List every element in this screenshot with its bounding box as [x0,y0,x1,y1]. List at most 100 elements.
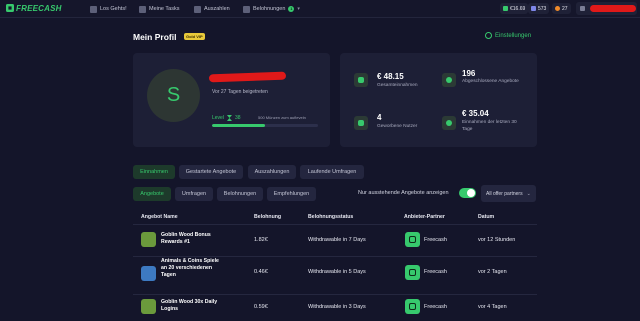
offer-name: Animals & Coins Spiele an 20 verschieden… [161,258,219,279]
partner-select[interactable]: All offer partners ⌄ [481,185,536,202]
column-header-date: Datum [478,214,495,220]
table-row[interactable]: Goblin Wood Bonus Rewards #1 1.82€ Withd… [133,226,537,256]
user-menu[interactable] [576,2,637,15]
clock-icon [442,116,456,130]
pending-only-toggle[interactable] [459,188,476,198]
table-divider [133,294,537,295]
settings-label: Einstellungen [495,32,532,39]
chevron-down-icon: ▾ [297,6,300,12]
coins-icon [531,6,536,11]
cashout-icon [194,5,201,13]
table-row[interactable]: Animals & Coins Spiele an 20 verschieden… [133,257,537,293]
freecash-partner-icon [405,232,420,247]
brand-name: FREECASH [16,4,62,13]
offer-partner: Freecash [424,237,447,243]
tab-empfehlungen[interactable]: Empfehlungen [267,187,316,201]
nav-item-auszahlen[interactable]: Auszahlen [194,0,230,18]
cash-icon [503,6,508,11]
nav-label: Meine Tasks [149,6,180,12]
column-header-partner: Anbieter-Partner [404,214,445,220]
top-bar: FREECASH Los Gehts! Meine Tasks Auszahle… [0,0,640,18]
nav-item-belohnungen[interactable]: Belohnungen 1 ▾ [243,0,300,18]
goblin-wood-game-icon [141,232,156,247]
cash-balance-chip[interactable]: €16.69 [500,3,529,14]
users-icon [354,116,368,130]
tab-laufende-umfragen[interactable]: Laufende Umfragen [300,165,364,179]
tab-auszahlungen[interactable]: Auszahlungen [248,165,296,179]
offer-date: vor 4 Tagen [478,304,507,310]
joined-text: Vor 27 Tagen beigetreten [212,89,268,95]
gear-icon [485,32,492,39]
user-icon [580,6,585,11]
stat-value-completed-offers: 196 [462,69,476,78]
settings-link[interactable]: Einstellungen [485,32,531,39]
avatar-letter: S [166,84,181,106]
redacted-username [590,5,636,12]
column-header-offer: Angebot Name [141,214,178,220]
offer-name: Goblin Wood Bonus Rewards #1 [161,232,211,246]
tasks-icon [139,5,146,13]
stat-label-total-earnings: Gesamteinnahmen [377,83,418,88]
nav-label: Los Gehts! [100,6,127,12]
freecash-partner-icon [405,299,420,314]
offer-reward: 0.46€ [254,269,268,275]
goblin-wood-game-icon [141,299,156,314]
offer-partner: Freecash [424,304,447,310]
coins-balance-chip[interactable]: 573 [528,3,550,14]
vip-badge: Gold VIP [184,33,205,40]
stat-value-last-30-days: € 35.04 [462,109,489,118]
table-row[interactable]: Goblin Wood 30x Daily Logins 0.59€ Withd… [133,296,537,321]
freecash-logo-icon [6,4,14,12]
tab-angebote[interactable]: Angebote [133,187,171,201]
tab-einnahmen[interactable]: Einnahmen [133,165,175,179]
level-indicator: Level 38 [212,115,241,121]
stat-label-completed-offers: Abgeschlossene Angebote [462,79,519,84]
column-header-reward: Belohnung [254,214,282,220]
pending-toggle-label: Nur ausstehende Angebote anzeigen [358,190,449,196]
animals-coins-game-icon [141,266,156,281]
partner-select-value: All offer partners [486,190,523,197]
nav-item-meine-tasks[interactable]: Meine Tasks [139,0,179,18]
cash-balance: €16.69 [510,5,526,12]
check-icon [442,73,456,87]
column-header-status: Belohnungsstatus [308,214,354,220]
stat-label-last-30-days: Einnahmen der letzten 30 Tage [462,120,517,132]
offer-name: Goblin Wood 30x Daily Logins [161,299,218,313]
nav-label: Auszahlen [204,6,230,12]
notification-badge: 1 [288,6,295,12]
nav-item-los-gehts[interactable]: Los Gehts! [90,0,127,18]
chevron-down-icon: ⌄ [526,190,531,197]
offer-reward: 0.59€ [254,304,268,310]
tab-belohnungen[interactable]: Belohnungen [217,187,263,201]
offer-status: Withdrawable in 7 Days [308,237,366,243]
offer-date: vor 2 Tagen [478,269,507,275]
offer-partner: Freecash [424,269,447,275]
coins-icon [354,73,368,87]
offer-status: Withdrawable in 3 Days [308,304,366,310]
next-level-text: 500 Münzen zum aufleveln [258,115,306,120]
freecash-logo[interactable]: FREECASH [6,4,62,13]
stat-value-referred-users: 4 [377,113,382,122]
freecash-partner-icon [405,265,420,280]
stat-label-referred-users: Geworbene Nutzer [377,124,418,129]
tab-umfragen[interactable]: Umfragen [175,187,213,201]
table-divider [133,224,537,225]
flame-icon [555,6,560,11]
coins-balance: 573 [538,5,547,12]
toggle-knob [467,189,475,197]
hourglass-icon [226,115,232,121]
offer-status: Withdrawable in 5 Days [308,269,366,275]
streak-chip[interactable]: 27 [552,3,571,14]
streak-count: 27 [562,5,568,12]
offer-date: vor 12 Stunden [478,237,516,243]
rewards-icon [243,5,250,13]
avatar: S [147,69,200,122]
offer-reward: 1.82€ [254,237,268,243]
tab-gestartete-angebote[interactable]: Gestartete Angebote [179,165,243,179]
nav-label: Belohnungen [253,6,286,12]
stat-value-total-earnings: € 48.15 [377,72,404,81]
level-progress-bar [212,124,318,127]
level-label: Level [212,115,224,121]
page-title: Mein Profil [133,32,177,42]
level-progress-fill [212,124,265,127]
